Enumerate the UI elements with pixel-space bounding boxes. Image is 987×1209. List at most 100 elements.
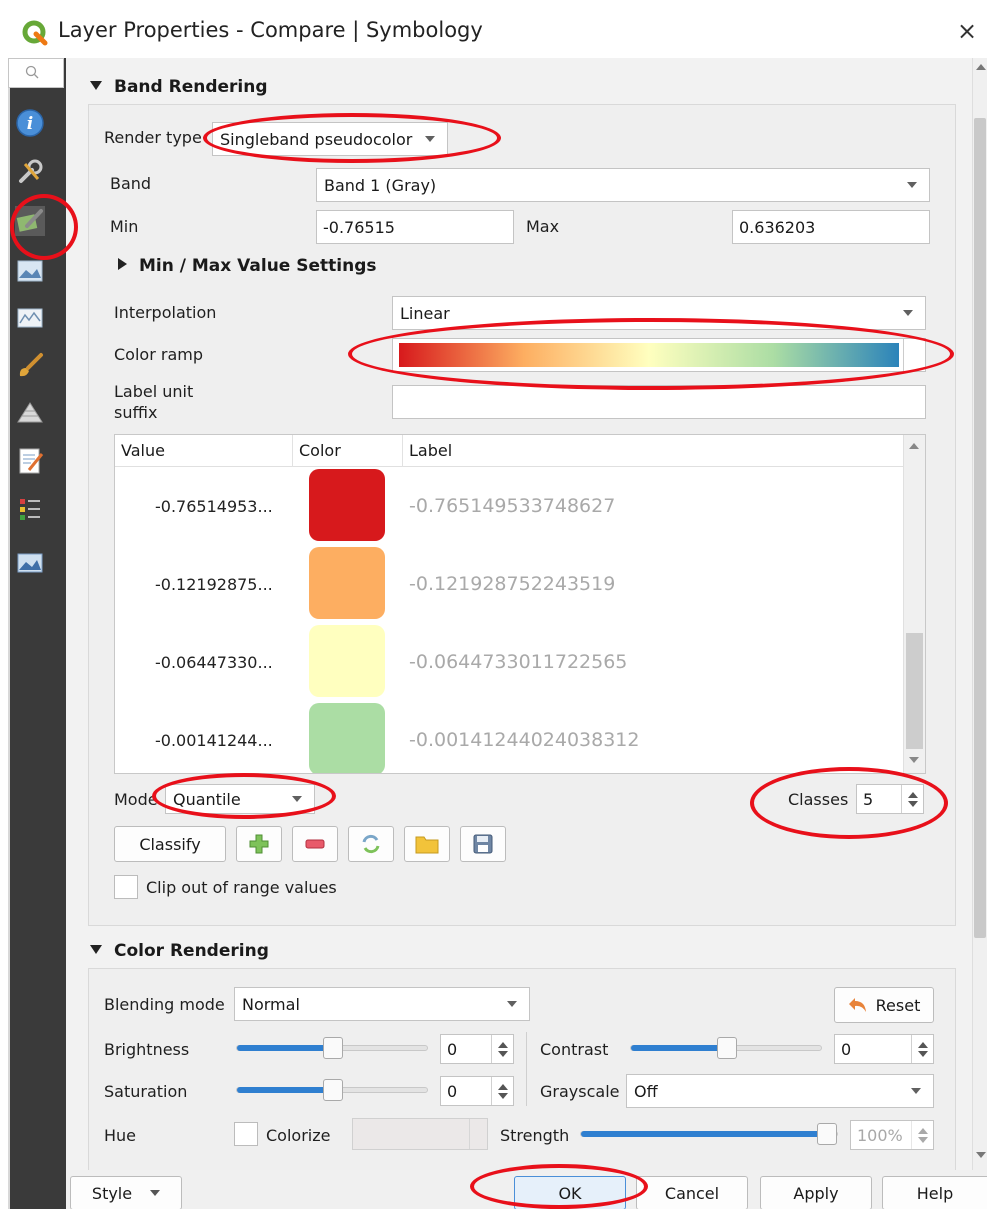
sidebar-item-source[interactable] (15, 157, 45, 187)
classify-button[interactable]: Classify (114, 826, 226, 862)
export-classes-button[interactable] (460, 826, 506, 862)
sidebar-item-symbology[interactable] (15, 206, 45, 236)
interpolation-label: Interpolation (114, 303, 217, 322)
label-unit-suffix-input[interactable] (392, 385, 926, 419)
color-rendering-header[interactable]: Color Rendering (90, 941, 269, 961)
table-row[interactable]: -0.00141244... -0.00141244024038312 (115, 703, 903, 773)
color-ramp-dropdown[interactable] (903, 339, 925, 371)
strength-slider[interactable] (580, 1123, 838, 1145)
cancel-button[interactable]: Cancel (636, 1176, 748, 1209)
min-input[interactable]: -0.76515 (316, 210, 514, 244)
row-color-swatch[interactable] (309, 625, 385, 697)
minmax-settings-toggle[interactable]: Min / Max Value Settings (118, 256, 377, 276)
vertical-scrollbar[interactable] (972, 58, 987, 1170)
save-icon (473, 834, 493, 854)
band-select[interactable]: Band 1 (Gray) (316, 168, 930, 202)
row-label[interactable]: -0.765149533748627 (409, 495, 615, 517)
color-dropdown[interactable] (469, 1119, 487, 1149)
sidebar-item-qgis-server[interactable] (15, 548, 45, 578)
clip-checkbox[interactable] (114, 875, 138, 899)
table-row[interactable]: -0.76514953... -0.765149533748627 (115, 469, 903, 547)
ok-button[interactable]: OK (514, 1176, 626, 1209)
saturation-slider-handle[interactable] (323, 1079, 343, 1101)
table-scrollbar-thumb[interactable] (906, 633, 923, 749)
contrast-slider[interactable] (630, 1037, 822, 1059)
color-ramp-select[interactable] (392, 338, 926, 372)
saturation-slider[interactable] (236, 1079, 428, 1101)
reset-button[interactable]: Reset (834, 987, 934, 1023)
help-button[interactable]: Help (882, 1176, 987, 1209)
spin-arrows-icon[interactable] (901, 785, 923, 813)
load-classes-button[interactable] (404, 826, 450, 862)
row-color-swatch[interactable] (309, 469, 385, 541)
brightness-value: 0 (447, 1039, 458, 1059)
classes-spinbox[interactable]: 5 (856, 784, 924, 814)
strength-slider-fill (581, 1131, 827, 1137)
brightness-slider-handle[interactable] (323, 1037, 343, 1059)
brightness-spinbox[interactable]: 0 (440, 1034, 514, 1064)
colorize-checkbox[interactable] (234, 1122, 258, 1146)
search-icon (25, 65, 39, 79)
column-header-label[interactable]: Label (403, 435, 903, 467)
band-rendering-header[interactable]: Band Rendering (90, 77, 268, 97)
scrollbar-thumb[interactable] (974, 118, 986, 938)
legend-icon (20, 499, 40, 520)
table-scrollbar[interactable] (903, 435, 925, 773)
info-icon: i (16, 109, 44, 137)
colorize-color-button[interactable] (352, 1118, 488, 1150)
close-button[interactable]: × (952, 14, 982, 48)
strength-slider-handle[interactable] (817, 1123, 837, 1145)
blending-mode-label: Blending mode (104, 995, 225, 1014)
sidebar-item-transparency[interactable] (15, 256, 45, 286)
table-header: Value Color Label (115, 435, 903, 467)
scroll-down-icon (909, 757, 919, 763)
interpolation-select[interactable]: Linear (392, 296, 926, 330)
column-header-color[interactable]: Color (293, 435, 403, 467)
collapse-triangle-icon (90, 81, 102, 90)
spin-arrows-icon[interactable] (911, 1035, 933, 1063)
style-menu-button[interactable]: Style (70, 1176, 182, 1209)
row-color-swatch[interactable] (309, 703, 385, 773)
saturation-spinbox[interactable]: 0 (440, 1076, 514, 1106)
row-label[interactable]: -0.0644733011722565 (409, 651, 627, 673)
contrast-slider-fill (631, 1045, 727, 1051)
row-label[interactable]: -0.00141244024038312 (409, 729, 640, 751)
mode-select[interactable]: Quantile (165, 784, 315, 814)
sidebar-search-input[interactable] (8, 58, 64, 88)
grayscale-select[interactable]: Off (626, 1074, 934, 1108)
apply-button[interactable]: Apply (760, 1176, 872, 1209)
sidebar-item-rendering[interactable] (15, 350, 45, 380)
sidebar-item-information[interactable]: i (15, 108, 45, 138)
table-row[interactable]: -0.12192875... -0.121928752243519 (115, 547, 903, 625)
render-type-select[interactable]: Singleband pseudocolor (212, 122, 448, 156)
sidebar-item-metadata[interactable] (15, 446, 45, 476)
row-value[interactable]: -0.00141244... (155, 731, 273, 750)
sidebar-item-pyramids[interactable] (15, 398, 45, 428)
classes-label: Classes (788, 790, 849, 809)
remove-class-button[interactable] (292, 826, 338, 862)
blending-mode-select[interactable]: Normal (234, 987, 530, 1021)
spin-arrows-icon[interactable] (911, 1121, 933, 1149)
sidebar-item-legend[interactable] (15, 494, 45, 524)
row-label[interactable]: -0.121928752243519 (409, 573, 615, 595)
reverse-colors-button[interactable] (348, 826, 394, 862)
table-row[interactable]: -0.06447330... -0.0644733011722565 (115, 625, 903, 703)
column-header-value[interactable]: Value (115, 435, 293, 467)
brightness-slider[interactable] (236, 1037, 428, 1059)
row-value[interactable]: -0.12192875... (155, 575, 273, 594)
max-input[interactable]: 0.636203 (732, 210, 930, 244)
row-color-swatch[interactable] (309, 547, 385, 619)
row-value[interactable]: -0.76514953... (155, 497, 273, 516)
strength-spinbox[interactable]: 100% (850, 1120, 934, 1150)
strength-value: 100% (857, 1125, 903, 1145)
contrast-slider-handle[interactable] (717, 1037, 737, 1059)
contrast-spinbox[interactable]: 0 (834, 1034, 934, 1064)
sidebar-item-histogram[interactable] (15, 303, 45, 333)
row-value[interactable]: -0.06447330... (155, 653, 273, 672)
clip-label: Clip out of range values (146, 878, 337, 897)
spin-arrows-icon[interactable] (491, 1035, 513, 1063)
folder-icon (415, 836, 439, 854)
add-class-button[interactable] (236, 826, 282, 862)
spin-arrows-icon[interactable] (491, 1077, 513, 1105)
brightness-slider-fill (237, 1045, 333, 1051)
